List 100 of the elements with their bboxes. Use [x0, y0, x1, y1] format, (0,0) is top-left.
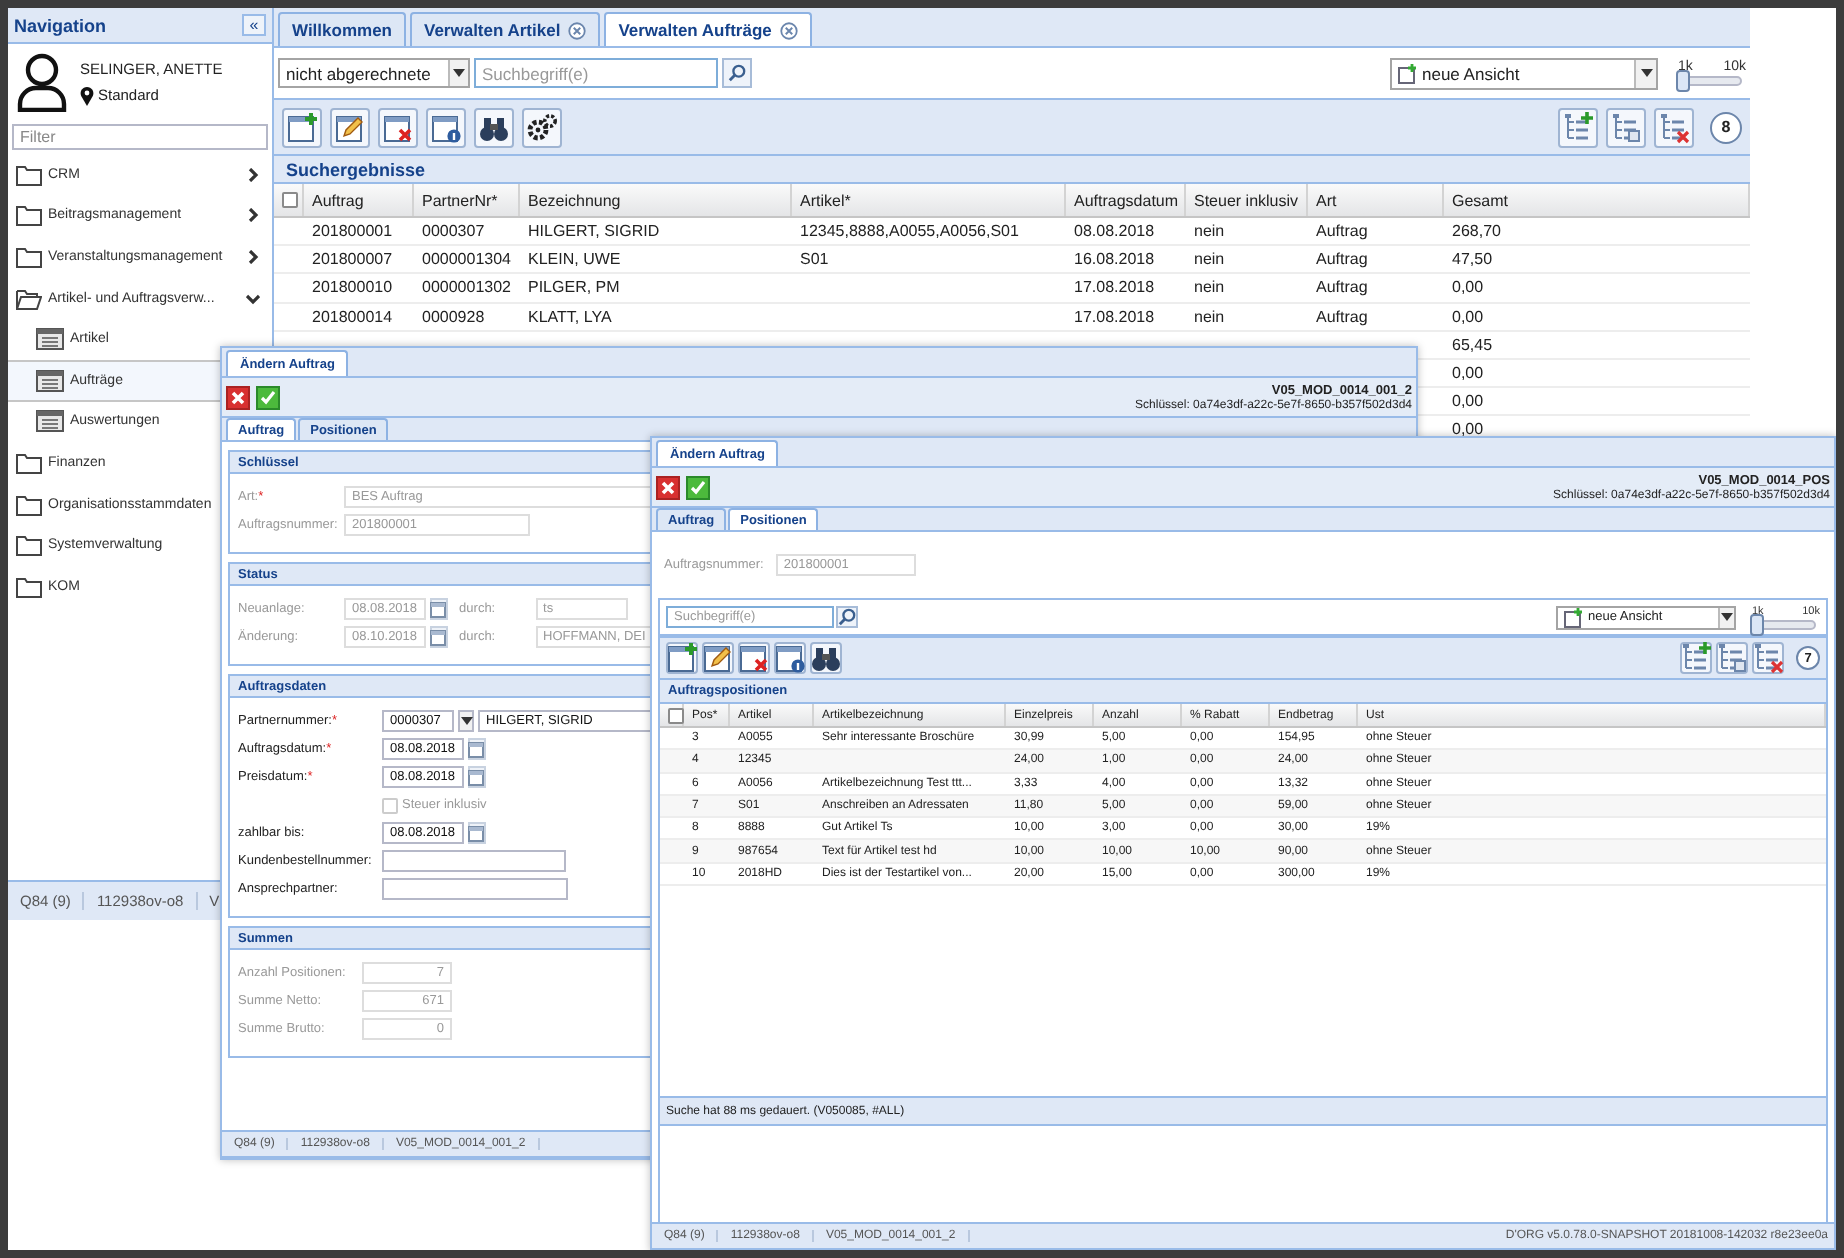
folder-icon: [16, 245, 42, 268]
calendar-icon: [430, 601, 447, 617]
calendar-button[interactable]: [429, 598, 448, 620]
tab[interactable]: Verwalten Aufträge: [604, 12, 812, 46]
search-field[interactable]: Suchbegriff(e): [474, 58, 718, 88]
checkmark-icon: [690, 479, 706, 495]
search-button[interactable]: [722, 58, 752, 88]
table-cell: 17.08.2018: [1074, 307, 1155, 326]
search-icon: [838, 608, 856, 626]
search-icon: [728, 64, 746, 82]
calendar-icon: [468, 769, 485, 785]
close-icon: [230, 389, 246, 405]
caret-down-icon: [1720, 612, 1734, 622]
table-cell: 16.08.2018: [1074, 250, 1155, 269]
select-all-checkbox[interactable]: [668, 707, 684, 723]
table-cell: 08.08.2018: [1074, 222, 1155, 241]
table-cell: 65,45: [1452, 335, 1493, 354]
table-cell: 0,00: [1452, 392, 1484, 411]
folder-icon: [16, 493, 42, 516]
filter-dropdown[interactable]: nicht abgerechnete: [278, 58, 470, 88]
table-cell: 201800001: [312, 222, 393, 241]
table-cell: 201800007: [312, 250, 393, 269]
list-icon: [36, 410, 64, 433]
tab[interactable]: Willkommen: [278, 12, 406, 46]
tree-delete-icon: [1658, 111, 1690, 143]
calendar-icon: [430, 629, 447, 645]
column-header[interactable]: Art: [1308, 184, 1444, 216]
column-header[interactable]: Auftrag: [304, 184, 414, 216]
gears-icon: [526, 111, 558, 143]
toolbar-button[interactable]: [522, 107, 562, 147]
folder-icon: [16, 534, 42, 557]
close-icon: [568, 21, 587, 39]
section-title: Suchergebnisse: [286, 159, 426, 179]
delete-document-icon: [382, 111, 414, 143]
table-cell: 0,00: [1452, 278, 1484, 297]
column-header[interactable]: Auftragsdatum: [1066, 184, 1186, 216]
toolbar-button[interactable]: [810, 642, 842, 674]
calendar-button[interactable]: [429, 626, 448, 648]
select-all-checkbox[interactable]: [282, 192, 298, 208]
table-cell: 201800014: [312, 307, 393, 326]
checkmark-icon: [260, 389, 276, 405]
filter-field[interactable]: Filter: [12, 124, 268, 150]
folder-icon: [16, 163, 42, 186]
table-cell: 0,00: [1452, 364, 1484, 383]
table-cell: Auftrag: [1316, 278, 1368, 297]
new-document-icon: [666, 642, 698, 674]
tree-edit-icon: [1716, 642, 1748, 674]
toolbar-button[interactable]: [426, 107, 466, 147]
edit-icon: [334, 111, 366, 143]
cancel-button[interactable]: [226, 385, 250, 409]
location-pin-icon: [80, 85, 94, 105]
toolbar-button[interactable]: [474, 107, 514, 147]
table-cell: nein: [1194, 250, 1225, 269]
slider-thumb[interactable]: [1676, 70, 1690, 92]
tree-add-icon: [1680, 642, 1712, 674]
chevron-right-icon: [246, 208, 260, 223]
column-header[interactable]: PartnerNr*: [414, 184, 520, 216]
tree-add-icon: [1562, 111, 1594, 143]
calendar-button[interactable]: [467, 766, 486, 788]
table-cell: 0000307: [422, 222, 485, 241]
column-header[interactable]: Steuer inklusiv: [1186, 184, 1308, 216]
binoculars-icon: [810, 642, 842, 674]
caret-down-icon: [459, 716, 473, 726]
text-field[interactable]: [382, 850, 566, 872]
close-icon: [660, 479, 676, 495]
list-icon: [36, 369, 64, 392]
open-folder-icon: [16, 287, 42, 310]
caret-down-icon: [452, 68, 466, 78]
tab[interactable]: Verwalten Artikel: [410, 12, 601, 46]
column-header[interactable]: Gesamt: [1444, 184, 1750, 216]
table-cell: 17.08.2018: [1074, 278, 1155, 297]
table-cell: PILGER, PM: [528, 278, 620, 297]
column-header[interactable]: Bezeichnung: [520, 184, 792, 216]
cancel-button[interactable]: [656, 475, 680, 499]
result-count: 8: [1710, 111, 1742, 143]
search-button[interactable]: [836, 606, 858, 628]
table-cell: KLATT, LYA: [528, 307, 612, 326]
calendar-button[interactable]: [467, 822, 486, 844]
delete-document-icon: [738, 642, 770, 674]
chevron-right-icon: [246, 249, 260, 264]
calendar-icon: [468, 825, 485, 841]
calendar-icon: [468, 741, 485, 757]
text-field[interactable]: [382, 878, 568, 900]
view-dropdown[interactable]: neue Ansicht: [1390, 57, 1658, 89]
tree-edit-icon: [1610, 111, 1642, 143]
dropdown-button[interactable]: [458, 710, 474, 732]
folder-icon: [16, 575, 42, 598]
new-document-icon: [286, 111, 318, 143]
save-button[interactable]: [686, 475, 710, 499]
toolbar-button[interactable]: [774, 642, 806, 674]
table-cell: 201800010: [312, 278, 393, 297]
table-cell: 268,70: [1452, 222, 1501, 241]
table-cell: Auftrag: [1316, 222, 1368, 241]
folder-icon: [16, 204, 42, 227]
save-button[interactable]: [256, 385, 280, 409]
slider-thumb[interactable]: [1750, 613, 1764, 635]
table-cell: 0000928: [422, 307, 485, 326]
column-header[interactable]: Artikel*: [792, 184, 1066, 216]
collapse-button[interactable]: «: [242, 14, 266, 36]
chevron-right-icon: [246, 167, 260, 182]
